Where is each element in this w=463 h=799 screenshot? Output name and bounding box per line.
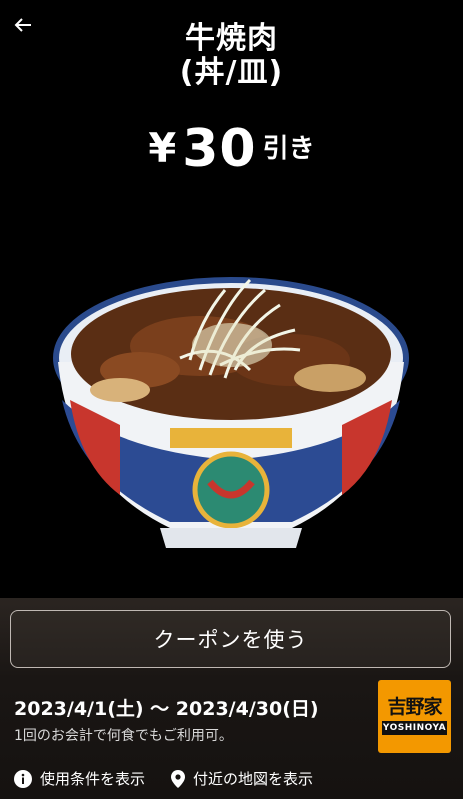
gyudon-bowl-image bbox=[53, 277, 409, 548]
price-suffix: 引き bbox=[262, 133, 315, 164]
coupon-panel: クーポンを使う 2023/4/1(土) 〜 2023/4/30(日) 1回のお会… bbox=[0, 598, 463, 799]
yoshinoya-logo: 吉野家 YOSHINOYA bbox=[378, 680, 451, 753]
product-title: 牛焼肉 (丼/皿) bbox=[0, 22, 463, 90]
footer-links: 使用条件を表示 付近の地図を表示 bbox=[14, 768, 313, 789]
map-link-label: 付近の地図を表示 bbox=[193, 770, 314, 788]
info-icon bbox=[14, 769, 32, 788]
product-title-line2: (丼/皿) bbox=[179, 55, 284, 90]
price-symbol: ¥ bbox=[148, 125, 177, 172]
price-amount: 30 bbox=[182, 118, 257, 179]
use-coupon-button[interactable]: クーポンを使う bbox=[10, 610, 451, 668]
logo-roman: YOSHINOYA bbox=[382, 721, 447, 735]
validity-period: 2023/4/1(土) 〜 2023/4/30(日) bbox=[14, 698, 319, 720]
map-link[interactable]: 付近の地図を表示 bbox=[171, 768, 313, 789]
logo-kanji: 吉野家 bbox=[387, 696, 442, 718]
terms-link[interactable]: 使用条件を表示 bbox=[14, 768, 145, 789]
location-pin-icon bbox=[171, 769, 186, 788]
coupon-hero: 牛焼肉 (丼/皿) ¥30 引き bbox=[0, 0, 463, 598]
terms-link-label: 使用条件を表示 bbox=[40, 770, 146, 788]
discount-price: ¥30 引き bbox=[0, 118, 463, 179]
usage-note: 1回のお会計で何食でもご利用可。 bbox=[14, 728, 233, 744]
product-title-line1: 牛焼肉 bbox=[185, 21, 278, 56]
